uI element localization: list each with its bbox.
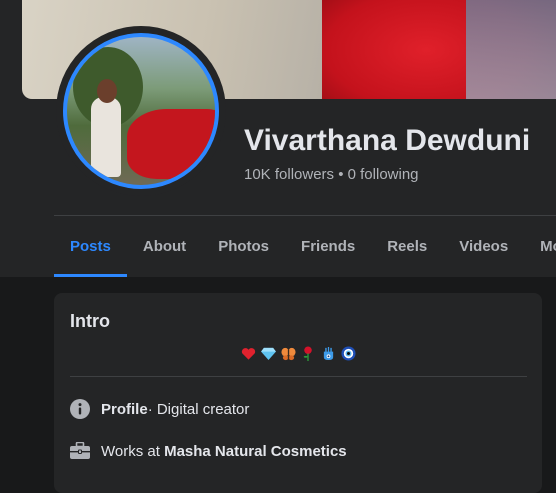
cover-background (466, 0, 556, 99)
profile-tabs: Posts About Photos Friends Reels Videos … (54, 216, 556, 277)
tab-photos[interactable]: Photos (202, 216, 285, 277)
tab-friends[interactable]: Friends (285, 216, 371, 277)
intro-divider (70, 376, 527, 377)
rose-icon (301, 346, 316, 361)
workplace-link[interactable]: Masha Natural Cosmetics (164, 443, 347, 460)
intro-title: Intro (70, 311, 110, 331)
tab-posts[interactable]: Posts (54, 216, 127, 277)
intro-work: Works at Masha Natural Cosmetics (70, 441, 347, 461)
nazar-amulet-icon (340, 346, 356, 361)
intro-row-bold: Profile (101, 400, 148, 418)
profile-picture-frame[interactable] (56, 26, 226, 196)
hamsa-icon (321, 346, 336, 361)
profile-picture[interactable] (63, 33, 219, 189)
butterfly-icon (280, 346, 296, 361)
briefcase-icon (70, 441, 90, 461)
intro-card: Intro Profile · Digital creator Works at… (54, 293, 542, 493)
profile-name: Vivarthana Dewduni (244, 124, 531, 157)
intro-row-text: · Digital creator (147, 400, 250, 418)
bio-emojis (54, 346, 542, 361)
avatar-car (127, 109, 215, 179)
avatar-head (97, 79, 117, 103)
tab-about[interactable]: About (127, 216, 202, 277)
follower-count[interactable]: 10K followers • 0 following (244, 166, 419, 183)
intro-row-text: Works at (101, 442, 160, 460)
tab-videos[interactable]: Videos (443, 216, 524, 277)
tab-reels[interactable]: Reels (371, 216, 443, 277)
intro-profile-category: Profile · Digital creator (70, 399, 249, 419)
gem-icon (260, 346, 276, 361)
heart-icon (241, 346, 256, 361)
tab-more[interactable]: More (524, 216, 556, 277)
info-icon (70, 399, 90, 419)
avatar-person (91, 97, 121, 177)
